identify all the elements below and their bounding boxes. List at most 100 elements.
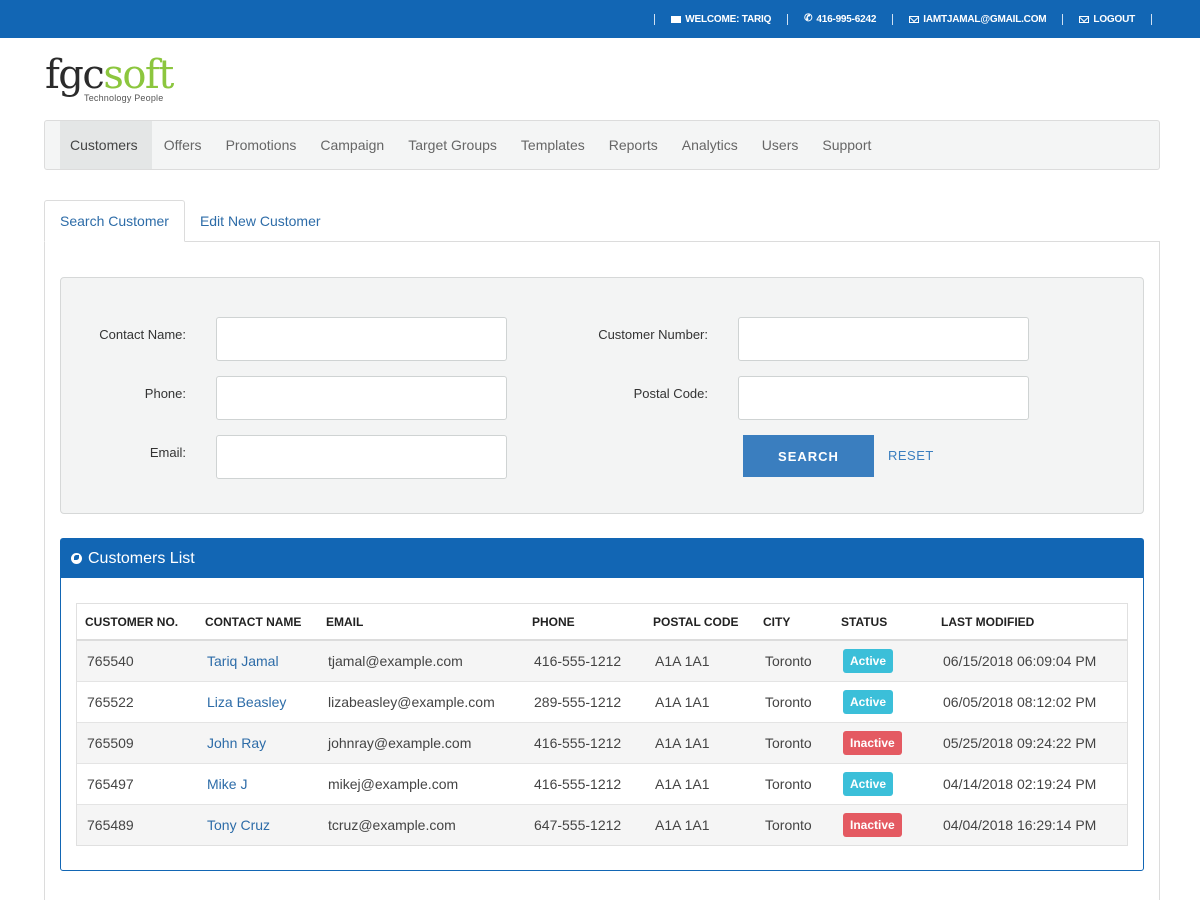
cell-phone: 647-555-1212 (524, 803, 645, 845)
table-header-row: CUSTOMER NO. CONTACT NAME EMAIL PHONE PO… (77, 604, 1127, 641)
cell-customer-no: 765497 (77, 762, 197, 804)
col-city[interactable]: CITY (755, 604, 833, 641)
contact-name-link[interactable]: John Ray (207, 735, 266, 751)
search-button[interactable]: SEARCH (743, 435, 874, 477)
cell-customer-no: 765540 (77, 639, 197, 681)
cell-phone: 416-555-1212 (524, 762, 645, 804)
cell-city: Toronto (755, 803, 833, 845)
topbar-divider (1062, 13, 1064, 25)
col-email[interactable]: EMAIL (318, 604, 524, 641)
col-phone[interactable]: PHONE (524, 604, 645, 641)
cell-city: Toronto (755, 639, 833, 681)
table-row[interactable]: 765522 Liza Beasley lizabeasley@example.… (77, 680, 1127, 722)
cell-contact-name: John Ray (197, 721, 318, 763)
col-status[interactable]: STATUS (833, 604, 933, 641)
cell-email: johnray@example.com (318, 721, 524, 763)
cell-postal-code: A1A 1A1 (645, 639, 755, 681)
contact-name-link[interactable]: Tariq Jamal (207, 653, 279, 669)
reset-link[interactable]: RESET (888, 448, 934, 463)
phone-input[interactable] (216, 376, 507, 420)
customers-list-title: Customers List (88, 549, 195, 567)
cell-email: tjamal@example.com (318, 639, 524, 681)
email-label: Email: (149, 445, 186, 460)
email-text: IAMTJAMAL@GMAIL.COM (923, 13, 1047, 25)
cell-status: Active (833, 639, 933, 681)
status-badge: Inactive (843, 730, 902, 755)
postal-code-label: Postal Code: (633, 386, 708, 401)
cell-email: mikej@example.com (318, 762, 524, 804)
cell-last-modified: 06/15/2018 06:09:04 PM (933, 639, 1127, 681)
table-row[interactable]: 765509 John Ray johnray@example.com 416-… (77, 721, 1127, 763)
email-link[interactable]: IAMTJAMAL@GMAIL.COM (901, 14, 1054, 25)
nav-item-offers[interactable]: Offers (152, 121, 214, 169)
tab-search-customer[interactable]: Search Customer (44, 200, 185, 242)
logout-text: LOGOUT (1093, 13, 1135, 25)
nav-item-customers[interactable]: Customers (60, 121, 152, 169)
cell-city: Toronto (755, 721, 833, 763)
nav-item-support[interactable]: Support (810, 121, 883, 169)
cell-contact-name: Tony Cruz (197, 803, 318, 845)
email-input[interactable] (216, 435, 507, 479)
topbar-divider (654, 13, 656, 25)
status-badge: Active (843, 689, 894, 714)
cell-customer-no: 765489 (77, 803, 197, 845)
cell-email: lizabeasley@example.com (318, 680, 524, 722)
col-last-modified[interactable]: LAST MODIFIED (933, 604, 1127, 641)
table-row[interactable]: 765540 Tariq Jamal tjamal@example.com 41… (77, 639, 1127, 681)
logo-wordmark: fgcsoft (45, 52, 174, 98)
cell-contact-name: Liza Beasley (197, 680, 318, 722)
contact-name-link[interactable]: Tony Cruz (207, 817, 270, 833)
cell-phone: 416-555-1212 (524, 721, 645, 763)
nav-item-users[interactable]: Users (750, 121, 811, 169)
cell-status: Inactive (833, 803, 933, 845)
phone-icon: ✆ (804, 13, 813, 24)
nav-item-promotions[interactable]: Promotions (214, 121, 309, 169)
cell-postal-code: A1A 1A1 (645, 803, 755, 845)
nav-item-analytics[interactable]: Analytics (670, 121, 750, 169)
customer-number-label: Customer Number: (598, 327, 708, 342)
cell-phone: 416-555-1212 (524, 639, 645, 681)
status-badge: Active (843, 771, 894, 796)
nav-item-reports[interactable]: Reports (597, 121, 670, 169)
cell-last-modified: 06/05/2018 08:12:02 PM (933, 680, 1127, 722)
tab-edit-new-customer[interactable]: Edit New Customer (185, 200, 336, 242)
welcome-user: WELCOME: TARIQ (663, 14, 779, 25)
customer-tabs: Search Customer Edit New Customer (44, 200, 336, 242)
phone-text: 416-995-6242 (816, 13, 877, 25)
customers-table: CUSTOMER NO. CONTACT NAME EMAIL PHONE PO… (77, 604, 1127, 845)
col-customer-no[interactable]: CUSTOMER NO. (77, 604, 197, 641)
cell-status: Active (833, 762, 933, 804)
logout-link[interactable]: LOGOUT (1071, 14, 1143, 25)
cell-city: Toronto (755, 680, 833, 722)
fgcsoft-logo[interactable]: fgcsoft Technology People (45, 52, 174, 103)
topbar-divider (892, 13, 894, 25)
contact-name-link[interactable]: Mike J (207, 776, 247, 792)
phone-label: Phone: (144, 386, 186, 401)
topbar-divider (1151, 13, 1152, 25)
phone-info: ✆ 416-995-6242 (796, 14, 884, 25)
nav-item-campaign[interactable]: Campaign (308, 121, 396, 169)
globe-icon (71, 553, 82, 564)
cell-phone: 289-555-1212 (524, 680, 645, 722)
table-row[interactable]: 765489 Tony Cruz tcruz@example.com 647-5… (77, 803, 1127, 845)
table-row[interactable]: 765497 Mike J mikej@example.com 416-555-… (77, 762, 1127, 804)
nav-item-templates[interactable]: Templates (509, 121, 597, 169)
cell-customer-no: 765522 (77, 680, 197, 722)
contact-name-input[interactable] (216, 317, 507, 361)
col-postal-code[interactable]: POSTAL CODE (645, 604, 755, 641)
cell-postal-code: A1A 1A1 (645, 721, 755, 763)
customer-number-input[interactable] (738, 317, 1029, 361)
cell-postal-code: A1A 1A1 (645, 680, 755, 722)
customers-table-wrap: CUSTOMER NO. CONTACT NAME EMAIL PHONE PO… (76, 603, 1128, 846)
col-contact-name[interactable]: CONTACT NAME (197, 604, 318, 641)
logo-tagline: Technology People (84, 93, 164, 103)
postal-code-input[interactable] (738, 376, 1029, 420)
cell-last-modified: 04/14/2018 02:19:24 PM (933, 762, 1127, 804)
nav-item-target-groups[interactable]: Target Groups (396, 121, 509, 169)
envelope-outline-icon (909, 15, 920, 23)
contact-name-link[interactable]: Liza Beasley (207, 694, 286, 710)
cell-email: tcruz@example.com (318, 803, 524, 845)
cell-status: Inactive (833, 721, 933, 763)
contact-name-label: Contact Name: (99, 327, 186, 342)
envelope-icon (671, 15, 682, 23)
